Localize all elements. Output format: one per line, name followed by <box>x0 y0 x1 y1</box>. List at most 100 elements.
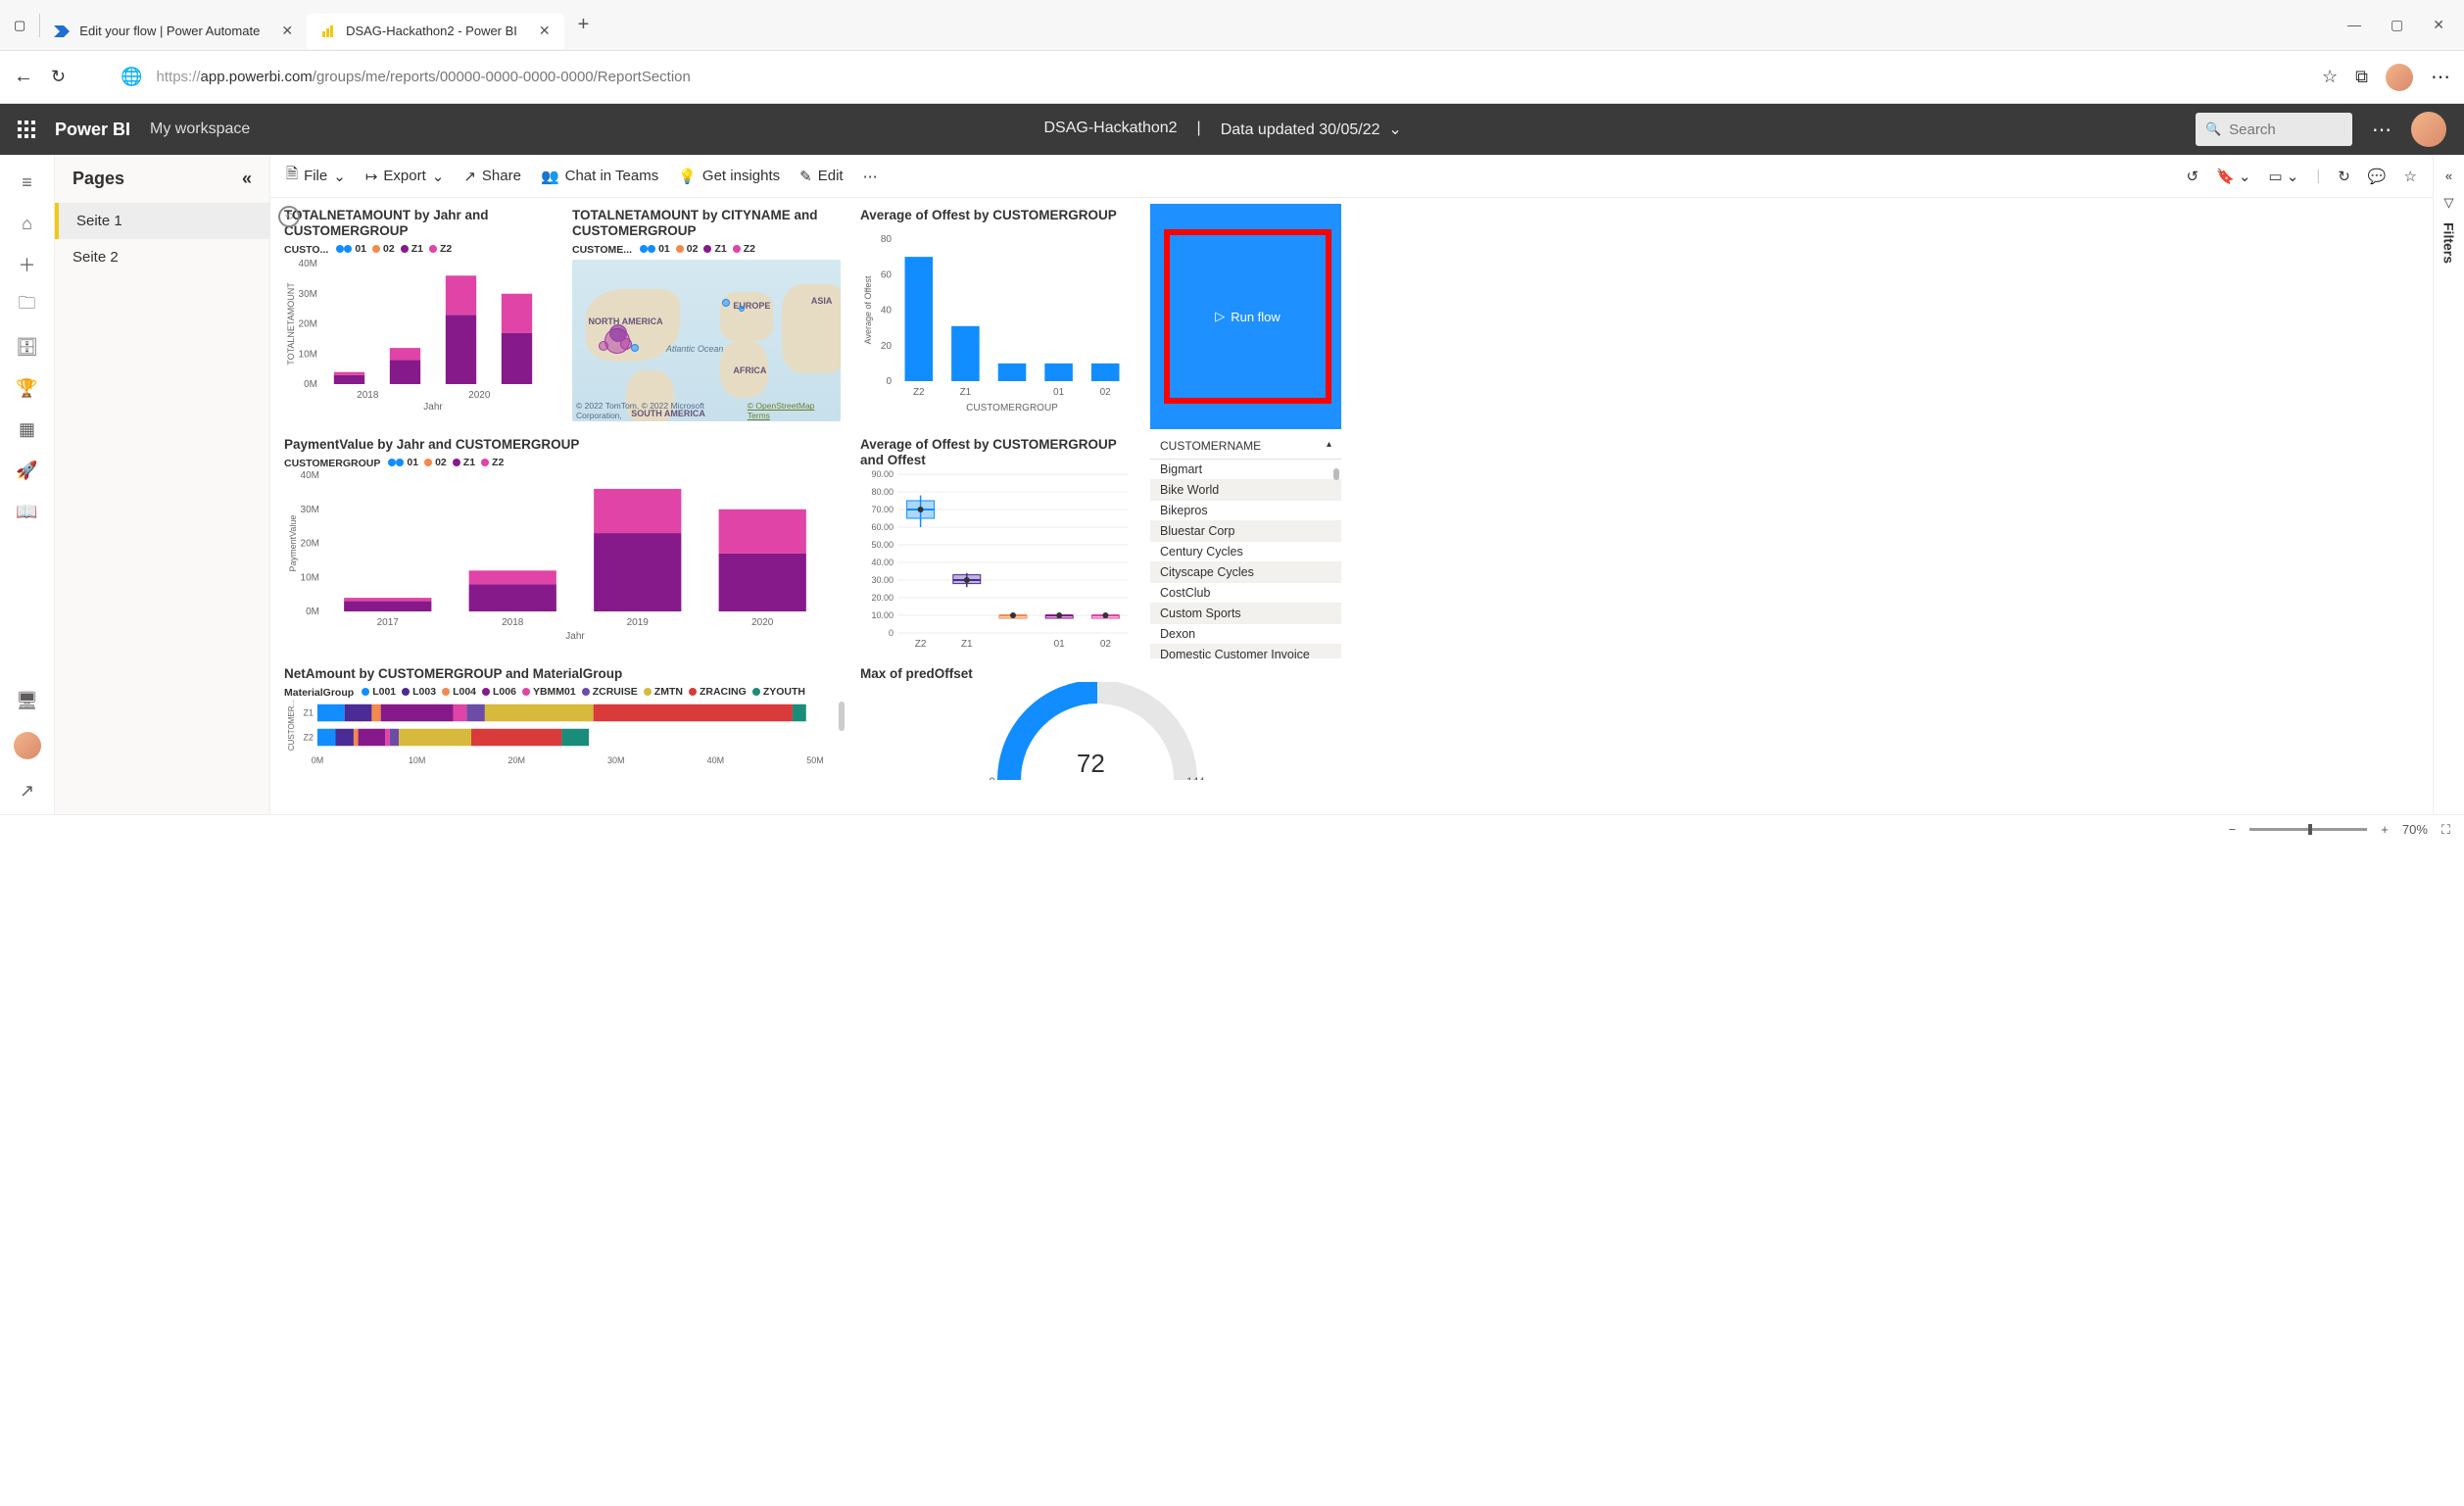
sidebar-toggle-icon[interactable]: ▢ <box>14 18 25 33</box>
tile-run-flow[interactable]: ▷ Run flow <box>1150 204 1341 429</box>
sort-icon[interactable]: ▴ <box>1327 439 1331 453</box>
collapse-pages-icon[interactable]: « <box>242 169 252 189</box>
back-button[interactable]: ← <box>14 66 33 88</box>
tile-avg-offest-cg[interactable]: Average of Offest by CUSTOMERGROUP 02040… <box>852 204 1146 429</box>
get-insights-button[interactable]: 💡Get insights <box>678 168 780 185</box>
settings-menu-icon[interactable]: ⋯ <box>2431 65 2450 89</box>
data-updated-dropdown[interactable]: Data updated 30/05/22 ⌄ <box>1221 120 1402 139</box>
svg-text:40M: 40M <box>299 260 317 269</box>
share-button[interactable]: ↗Share <box>463 168 521 185</box>
zoom-in-button[interactable]: + <box>2381 822 2389 837</box>
report-toolbar: 🗎File ⌄ ↦Export ⌄ ↗Share 👥Chat in Teams … <box>270 155 2433 198</box>
chevron-down-icon: ⌄ <box>333 168 346 185</box>
expand-filters-icon[interactable]: « <box>2445 169 2452 183</box>
svg-text:40M: 40M <box>301 470 319 481</box>
list-item[interactable]: Bluestar Corp <box>1150 521 1341 542</box>
refresh-button[interactable]: ↻ <box>51 67 66 87</box>
file-menu[interactable]: 🗎File ⌄ <box>286 164 346 188</box>
page-item[interactable]: Seite 2 <box>55 239 269 275</box>
list-item[interactable]: CostClub <box>1150 583 1341 604</box>
tile-totalnetamount-jahr[interactable]: TOTALNETAMOUNT by Jahr and CUSTOMERGROUP… <box>276 204 560 429</box>
chart-svg: CUSTOMER...Z1Z20M10M20M30M40M50M <box>284 699 823 767</box>
url-field[interactable]: 🌐 https://app.powerbi.com/groups/me/repo… <box>121 67 2304 87</box>
run-flow-button[interactable]: ▷ Run flow <box>1215 309 1280 324</box>
tile-title: PaymentValue by Jahr and CUSTOMERGROUP <box>284 437 841 453</box>
datahub-icon[interactable]: 🗄 <box>18 337 37 357</box>
svg-text:30M: 30M <box>301 505 319 515</box>
tile-netamount-hbar[interactable]: NetAmount by CUSTOMERGROUP and MaterialG… <box>276 662 848 780</box>
chart-svg: 0M10M20M30M40MPaymentValue20172018201920… <box>284 469 833 641</box>
home-icon[interactable]: ⌂ <box>18 214 37 233</box>
browse-icon[interactable]: 🗀 <box>18 296 37 316</box>
learn-icon[interactable]: 📖 <box>18 502 37 521</box>
app-launcher-icon[interactable] <box>18 121 35 138</box>
more-toolbar-icon[interactable]: ⋯ <box>863 168 878 185</box>
list-item[interactable]: Bikepros <box>1150 501 1341 521</box>
collections-icon[interactable]: ⧉ <box>2355 67 2368 87</box>
expand-icon[interactable]: ↗ <box>18 781 37 801</box>
map-visual[interactable]: NORTH AMERICA EUROPE ASIA AFRICA SOUTH A… <box>572 260 841 421</box>
chart-svg: 010.0020.0030.0040.0050.0060.0070.0080.0… <box>860 468 1135 653</box>
window-maximize-button[interactable]: ▢ <box>2391 17 2403 33</box>
scrollbar[interactable] <box>1333 468 1339 655</box>
edit-button[interactable]: ✎Edit <box>799 168 843 185</box>
deploy-icon[interactable]: 🚀 <box>18 461 37 480</box>
bookmark-icon[interactable]: 🔖 ⌄ <box>2216 168 2250 185</box>
create-icon[interactable]: ＋ <box>18 255 37 274</box>
browser-tab-power-automate[interactable]: Edit your flow | Power Automate ✕ <box>40 14 307 49</box>
page-item[interactable]: Seite 1 <box>55 203 269 239</box>
visual-focus-icon[interactable]: ⟲ <box>278 206 300 227</box>
list-item[interactable]: Custom Sports <box>1150 604 1341 624</box>
view-icon[interactable]: ▭ ⌄ <box>2268 168 2298 185</box>
chat-teams-button[interactable]: 👥Chat in Teams <box>541 168 658 185</box>
reset-icon[interactable]: ↺ <box>2186 168 2198 185</box>
column-header[interactable]: CUSTOMERNAME <box>1160 439 1261 453</box>
browser-tab-power-bi[interactable]: DSAG-Hackathon2 - Power BI ✕ <box>307 14 564 49</box>
list-item[interactable]: Century Cycles <box>1150 542 1341 562</box>
comment-icon[interactable]: 💬 <box>2368 168 2387 185</box>
workspaces-icon[interactable]: 🖥 <box>18 691 37 710</box>
tile-gauge[interactable]: Max of predOffset 0 72 144 <box>852 662 1341 780</box>
filters-panel-collapsed[interactable]: « ▽ Filters <box>2433 155 2464 814</box>
search-box[interactable]: 🔍 <box>2196 113 2352 146</box>
list-item[interactable]: Domestic Customer Invoice List <box>1150 645 1341 658</box>
workspace-label[interactable]: My workspace <box>150 121 250 138</box>
close-icon[interactable]: ✕ <box>281 23 293 39</box>
svg-text:Z1: Z1 <box>303 708 314 718</box>
tab-title: Edit your flow | Power Automate <box>79 24 260 38</box>
svg-text:Jahr: Jahr <box>423 402 443 412</box>
workspace-avatar[interactable] <box>14 732 41 759</box>
account-avatar[interactable] <box>2411 112 2446 147</box>
menu-icon[interactable]: ≡ <box>18 172 37 192</box>
svg-text:CUSTOMERGROUP: CUSTOMERGROUP <box>966 403 1058 413</box>
list-item[interactable]: Bigmart <box>1150 460 1341 480</box>
window-minimize-button[interactable]: — <box>2347 17 2361 33</box>
browser-address-bar: ← ↻ 🌐 https://app.powerbi.com/groups/me/… <box>0 51 2464 104</box>
more-options-icon[interactable]: ⋯ <box>2372 118 2392 142</box>
apps-icon[interactable]: ▦ <box>18 419 37 439</box>
tile-customer-list[interactable]: CUSTOMERNAME ▴ BigmartBike WorldBikepros… <box>1150 433 1341 658</box>
list-item[interactable]: Dexon <box>1150 624 1341 645</box>
tile-map[interactable]: TOTALNETAMOUNT by CITYNAME and CUSTOMERG… <box>564 204 848 429</box>
scrollbar[interactable] <box>839 702 845 731</box>
list-item[interactable]: Bike World <box>1150 480 1341 501</box>
favorite-icon[interactable]: ☆ <box>2322 67 2338 87</box>
play-icon: ▷ <box>1215 309 1225 324</box>
svg-text:0: 0 <box>889 628 894 638</box>
close-icon[interactable]: ✕ <box>539 23 551 39</box>
refresh-visuals-icon[interactable]: ↻ <box>2338 168 2350 185</box>
svg-text:40.00: 40.00 <box>871 558 894 567</box>
window-close-button[interactable]: ✕ <box>2433 17 2444 33</box>
list-item[interactable]: Cityscape Cycles <box>1150 562 1341 583</box>
new-tab-button[interactable]: + <box>578 14 590 36</box>
zoom-slider[interactable] <box>2249 828 2367 831</box>
tile-boxplot[interactable]: Average of Offest by CUSTOMERGROUP and O… <box>852 433 1146 658</box>
fit-to-page-icon[interactable]: ⛶ <box>2441 822 2450 838</box>
zoom-out-button[interactable]: − <box>2229 822 2237 837</box>
export-menu[interactable]: ↦Export ⌄ <box>365 168 445 185</box>
favorite-star-icon[interactable]: ☆ <box>2404 168 2417 185</box>
goals-icon[interactable]: 🏆 <box>18 378 37 398</box>
tile-paymentvalue-jahr[interactable]: PaymentValue by Jahr and CUSTOMERGROUP C… <box>276 433 848 658</box>
search-input[interactable] <box>2229 121 2327 138</box>
profile-avatar[interactable] <box>2386 64 2413 91</box>
